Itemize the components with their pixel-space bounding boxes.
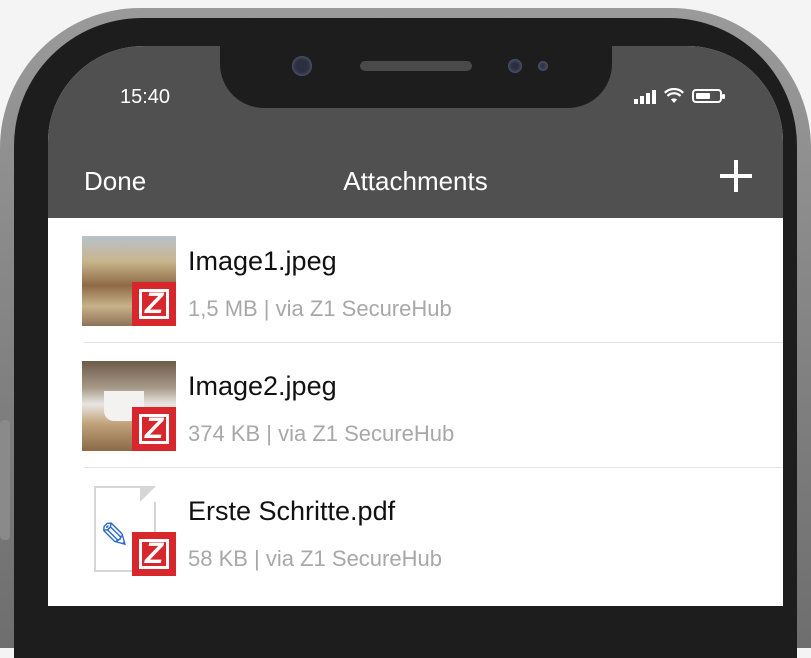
list-item[interactable]: ✎ Z Erste Schritte.pdf 58 KB | via Z1 Se… (48, 468, 783, 593)
battery-icon (692, 89, 725, 103)
file-name: Image2.jpeg (188, 371, 337, 401)
file-meta: 374 KB | via Z1 SecureHub (188, 421, 455, 446)
image-thumbnail: Z (82, 361, 176, 451)
pdf-file-icon: ✎ Z (82, 486, 176, 576)
image-thumbnail: Z (82, 236, 176, 326)
status-icons (634, 86, 725, 106)
file-meta: 1,5 MB | via Z1 SecureHub (188, 296, 452, 321)
sensor-icon (538, 61, 548, 71)
speaker-grille (360, 61, 472, 71)
z1-securehub-badge-icon: Z (132, 282, 176, 326)
add-attachment-plus-icon[interactable] (716, 156, 756, 196)
z1-securehub-badge-icon: Z (132, 532, 176, 576)
file-name: Image1.jpeg (188, 246, 337, 276)
list-item[interactable]: Z Image1.jpeg 1,5 MB | via Z1 SecureHub (48, 218, 783, 343)
acrobat-icon: ✎ (99, 516, 131, 557)
phone-screen: 15:40 Done Attachments Z Image1.jpeg 1,5… (48, 46, 783, 606)
sensor-icon (508, 59, 522, 73)
attachments-list: Z Image1.jpeg 1,5 MB | via Z1 SecureHub … (48, 218, 783, 593)
file-name: Erste Schritte.pdf (188, 496, 396, 526)
page-title: Attachments (343, 166, 488, 196)
file-meta: 58 KB | via Z1 SecureHub (188, 546, 442, 571)
wifi-icon (664, 88, 684, 103)
status-time: 15:40 (120, 86, 171, 108)
list-item[interactable]: Z Image2.jpeg 374 KB | via Z1 SecureHub (48, 343, 783, 468)
front-camera-icon (292, 56, 312, 76)
cellular-signal-icon (634, 88, 656, 104)
phone-notch (220, 46, 612, 108)
phone-side-button (0, 420, 10, 540)
z1-securehub-badge-icon: Z (132, 407, 176, 451)
